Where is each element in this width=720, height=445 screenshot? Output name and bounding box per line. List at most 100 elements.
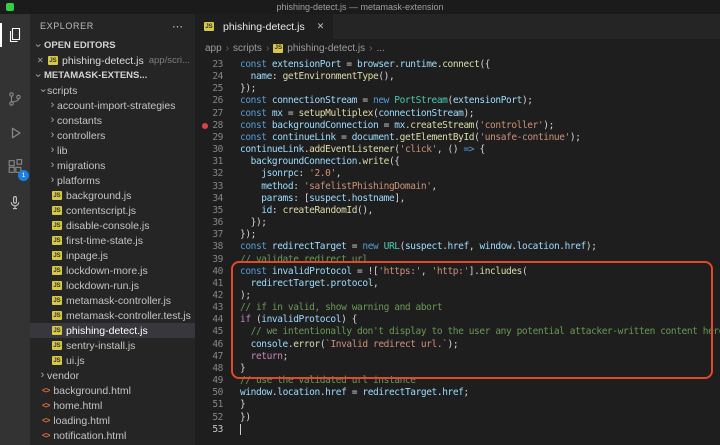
tree-item-lib[interactable]: ›lib bbox=[30, 143, 195, 158]
tree-item-inpage.js[interactable]: JSinpage.js bbox=[30, 248, 195, 263]
mic-icon[interactable] bbox=[0, 190, 30, 216]
code-line-49[interactable]: 49// use the validated url instance bbox=[195, 375, 720, 387]
tree-item-disable-console.js[interactable]: JSdisable-console.js bbox=[30, 218, 195, 233]
line-number[interactable]: 38 bbox=[195, 241, 237, 253]
project-section-header[interactable]: › METAMASK-EXTENS... bbox=[30, 68, 195, 83]
line-number[interactable]: 48 bbox=[195, 363, 237, 375]
tree-item-metamask-controller.test.js[interactable]: JSmetamask-controller.test.js bbox=[30, 308, 195, 323]
code-line-50[interactable]: 50window.location.href = redirectTarget.… bbox=[195, 387, 720, 399]
code-line-48[interactable]: 48} bbox=[195, 363, 720, 375]
breadcrumb-item-scripts[interactable]: scripts bbox=[233, 43, 262, 54]
code-line-26[interactable]: 26const connectionStream = new PortStrea… bbox=[195, 95, 720, 107]
code-line-52[interactable]: 52}) bbox=[195, 412, 720, 424]
code-line-47[interactable]: 47 return; bbox=[195, 351, 720, 363]
code-line-29[interactable]: 29const continueLink = document.getEleme… bbox=[195, 132, 720, 144]
line-number[interactable]: 31 bbox=[195, 156, 237, 168]
tree-item-lockdown-more.js[interactable]: JSlockdown-more.js bbox=[30, 263, 195, 278]
line-number[interactable]: 35 bbox=[195, 205, 237, 217]
code-line-34[interactable]: 34 params: [suspect.hostname], bbox=[195, 193, 720, 205]
line-number[interactable]: 49 bbox=[195, 375, 237, 387]
tree-item-sentry-install.js[interactable]: JSsentry-install.js bbox=[30, 338, 195, 353]
line-number[interactable]: 26 bbox=[195, 95, 237, 107]
tree-item-ui.js[interactable]: JSui.js bbox=[30, 353, 195, 368]
line-number[interactable]: 30 bbox=[195, 144, 237, 156]
line-number[interactable]: 28 bbox=[195, 120, 237, 132]
tree-item-vendor[interactable]: ›vendor bbox=[30, 368, 195, 383]
line-number[interactable]: 33 bbox=[195, 181, 237, 193]
breadcrumb-item-app[interactable]: app bbox=[205, 43, 222, 54]
line-number[interactable]: 47 bbox=[195, 351, 237, 363]
breadcrumb-item-phishing-detect.js[interactable]: JSphishing-detect.js bbox=[273, 43, 365, 54]
code-line-44[interactable]: 44if (invalidProtocol) { bbox=[195, 314, 720, 326]
tree-item-notification.html[interactable]: <>notification.html bbox=[30, 428, 195, 443]
close-icon[interactable]: ✕ bbox=[317, 21, 325, 32]
tree-item-first-time-state.js[interactable]: JSfirst-time-state.js bbox=[30, 233, 195, 248]
breakpoint-icon[interactable] bbox=[202, 123, 208, 129]
code-line-41[interactable]: 41 redirectTarget.protocol, bbox=[195, 278, 720, 290]
tree-item-background.html[interactable]: <>background.html bbox=[30, 383, 195, 398]
tree-item-migrations[interactable]: ›migrations bbox=[30, 158, 195, 173]
code-line-25[interactable]: 25}); bbox=[195, 83, 720, 95]
code-line-31[interactable]: 31 backgroundConnection.write({ bbox=[195, 156, 720, 168]
line-number[interactable]: 23 bbox=[195, 59, 237, 71]
code-line-35[interactable]: 35 id: createRandomId(), bbox=[195, 205, 720, 217]
code-line-27[interactable]: 27const mx = setupMultiplex(connectionSt… bbox=[195, 108, 720, 120]
code-line-39[interactable]: 39// validate redirect url bbox=[195, 254, 720, 266]
tree-item-platforms[interactable]: ›platforms bbox=[30, 173, 195, 188]
code-line-38[interactable]: 38const redirectTarget = new URL(suspect… bbox=[195, 241, 720, 253]
tree-item-constants[interactable]: ›constants bbox=[30, 113, 195, 128]
line-number[interactable]: 41 bbox=[195, 278, 237, 290]
code-line-46[interactable]: 46 console.error(`Invalid redirect url.`… bbox=[195, 339, 720, 351]
more-actions-icon[interactable]: ⋯ bbox=[172, 20, 183, 33]
line-number[interactable]: 43 bbox=[195, 302, 237, 314]
code-line-51[interactable]: 51} bbox=[195, 399, 720, 411]
line-number[interactable]: 50 bbox=[195, 387, 237, 399]
line-number[interactable]: 51 bbox=[195, 399, 237, 411]
tab-phishing-detect[interactable]: JS phishing-detect.js ✕ bbox=[195, 14, 333, 39]
code-line-45[interactable]: 45 // we intentionally don't display to … bbox=[195, 326, 720, 338]
explorer-icon[interactable] bbox=[0, 22, 30, 48]
line-number[interactable]: 40 bbox=[195, 266, 237, 278]
code-line-23[interactable]: 23const extensionPort = browser.runtime.… bbox=[195, 59, 720, 71]
breadcrumb-item-...[interactable]: ... bbox=[376, 43, 384, 54]
line-number[interactable]: 45 bbox=[195, 326, 237, 338]
tree-item-controllers[interactable]: ›controllers bbox=[30, 128, 195, 143]
code-line-43[interactable]: 43// if in valid, show warning and abort bbox=[195, 302, 720, 314]
line-number[interactable]: 32 bbox=[195, 168, 237, 180]
open-editor-item[interactable]: ✕ JS phishing-detect.js app/scri... bbox=[30, 53, 195, 68]
line-number[interactable]: 52 bbox=[195, 412, 237, 424]
tree-item-metamask-controller.js[interactable]: JSmetamask-controller.js bbox=[30, 293, 195, 308]
line-number[interactable]: 36 bbox=[195, 217, 237, 229]
close-icon[interactable]: ✕ bbox=[37, 56, 48, 65]
line-number[interactable]: 34 bbox=[195, 193, 237, 205]
tree-item-scripts[interactable]: ›scripts bbox=[30, 83, 195, 98]
line-number[interactable]: 42 bbox=[195, 290, 237, 302]
code-line-33[interactable]: 33 method: 'safelistPhishingDomain', bbox=[195, 181, 720, 193]
open-editors-header[interactable]: › OPEN EDITORS bbox=[30, 38, 195, 53]
code-line-42[interactable]: 42); bbox=[195, 290, 720, 302]
line-number[interactable]: 27 bbox=[195, 108, 237, 120]
line-number[interactable]: 44 bbox=[195, 314, 237, 326]
tree-item-phishing-detect.js[interactable]: JSphishing-detect.js bbox=[30, 323, 195, 338]
line-number[interactable]: 25 bbox=[195, 83, 237, 95]
tree-item-home.html[interactable]: <>home.html bbox=[30, 398, 195, 413]
code-line-24[interactable]: 24 name: getEnvironmentType(), bbox=[195, 71, 720, 83]
code-line-30[interactable]: 30continueLink.addEventListener('click',… bbox=[195, 144, 720, 156]
tree-item-background.js[interactable]: JSbackground.js bbox=[30, 188, 195, 203]
line-number[interactable]: 53 bbox=[195, 424, 237, 436]
code-editor[interactable]: 23const extensionPort = browser.runtime.… bbox=[195, 57, 720, 445]
line-number[interactable]: 29 bbox=[195, 132, 237, 144]
line-number[interactable]: 46 bbox=[195, 339, 237, 351]
code-line-28[interactable]: 28const backgroundConnection = mx.create… bbox=[195, 120, 720, 132]
code-line-36[interactable]: 36 }); bbox=[195, 217, 720, 229]
tree-item-account-import-strategies[interactable]: ›account-import-strategies bbox=[30, 98, 195, 113]
extensions-icon[interactable]: 1 bbox=[0, 154, 30, 180]
code-line-32[interactable]: 32 jsonrpc: '2.0', bbox=[195, 168, 720, 180]
code-line-40[interactable]: 40const invalidProtocol = !['https:', 'h… bbox=[195, 266, 720, 278]
code-line-37[interactable]: 37}); bbox=[195, 229, 720, 241]
line-number[interactable]: 37 bbox=[195, 229, 237, 241]
line-number[interactable]: 24 bbox=[195, 71, 237, 83]
tree-item-lockdown-run.js[interactable]: JSlockdown-run.js bbox=[30, 278, 195, 293]
tree-item-loading.html[interactable]: <>loading.html bbox=[30, 413, 195, 428]
run-debug-icon[interactable] bbox=[0, 120, 30, 146]
